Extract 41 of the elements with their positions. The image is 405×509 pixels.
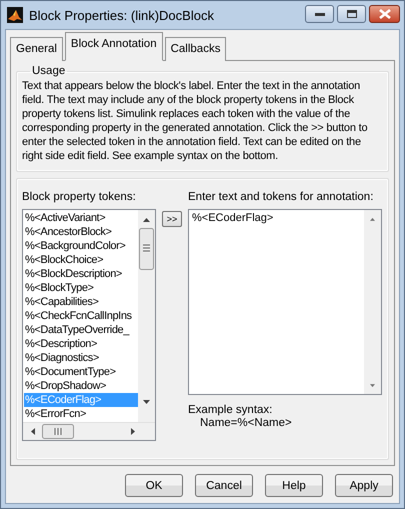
token-item[interactable]: %<Description>	[24, 337, 138, 351]
tokens-label: Block property tokens:	[22, 191, 137, 203]
token-item[interactable]: %<ActiveVariant>	[24, 211, 138, 225]
maximize-icon	[346, 10, 356, 18]
token-item[interactable]: %<Diagnostics>	[24, 351, 138, 365]
maximize-button[interactable]	[337, 5, 366, 23]
token-item[interactable]: %<BlockType>	[24, 281, 138, 295]
close-button[interactable]	[369, 5, 400, 23]
tab[interactable]: General	[10, 37, 63, 61]
group-title: Usage	[31, 65, 66, 77]
window-title: Block Properties: (link)DocBlock	[29, 8, 214, 22]
add-token-button[interactable]: >>	[162, 211, 182, 227]
horizontal-scrollbar[interactable]	[23, 422, 155, 440]
close-icon	[378, 9, 390, 19]
dialog-button[interactable]: Apply	[335, 474, 393, 497]
annotation-label: Enter text and tokens for annotation:	[188, 191, 374, 203]
annotation-field[interactable]: %<ECoderFlag>	[188, 209, 382, 395]
token-item[interactable]: %<Capabilities>	[24, 295, 138, 309]
dialog-button[interactable]: Help	[265, 474, 323, 497]
minimize-button[interactable]	[305, 5, 334, 23]
vertical-scrollbar[interactable]	[364, 210, 381, 394]
token-item[interactable]: %<DataTypeOverride_	[24, 323, 138, 337]
minimize-icon	[314, 12, 324, 16]
token-list[interactable]	[22, 209, 156, 441]
vertical-scrollbar[interactable]	[138, 210, 155, 422]
dialog-button[interactable]: OK	[125, 474, 183, 497]
token-item[interactable]: %<BlockChoice>	[24, 253, 138, 267]
dialog-button[interactable]: Cancel	[195, 474, 253, 497]
usage-text: Text that appears below the block's label. Enter the text in the annotation field. The text may include any of the block property tokens in the Block property tokens list. Simulink replaces each token with the value of the corresponding property in the generated annotation. Click the >> button to enter the selected token in the annotation field. Text can be edited on the right side edit field. See example syntax on the bottom.	[22, 79, 368, 163]
token-item[interactable]: %<DropShadow>	[24, 379, 138, 393]
tab[interactable]: Callbacks	[164, 37, 226, 61]
token-item[interactable]: %<AncestorBlock>	[24, 225, 138, 239]
token-item[interactable]: %<BackgroundColor>	[24, 239, 138, 253]
token-item[interactable]: %<ErrorFcn>	[24, 407, 138, 421]
tab[interactable]: Block Annotation	[64, 32, 163, 61]
token-item[interactable]: %<BlockDescription>	[24, 267, 138, 281]
example-syntax: Name=%<Name>	[200, 417, 293, 429]
token-item[interactable]: %<CheckFcnCallInpIns	[24, 309, 138, 323]
token-item[interactable]: %<DocumentType>	[24, 365, 138, 379]
app-icon	[7, 7, 23, 23]
example-label: Example syntax:	[188, 404, 274, 416]
